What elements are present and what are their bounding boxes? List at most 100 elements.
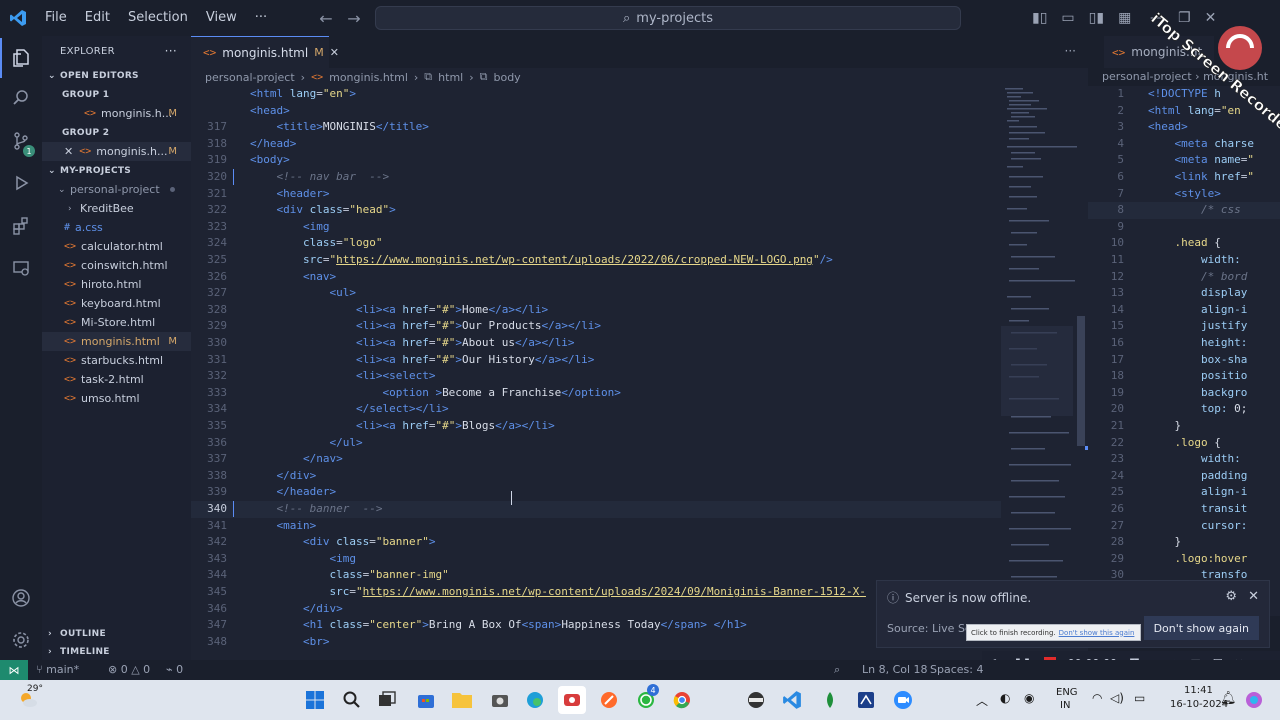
breadcrumb-item[interactable]: html	[438, 71, 463, 84]
tray-app-icon[interactable]: ◐	[1000, 691, 1010, 705]
folder-kreditbee[interactable]: › KreditBee	[42, 199, 191, 218]
menu-selection[interactable]: Selection	[119, 0, 197, 36]
file-monginis[interactable]: <> monginis.html M	[42, 332, 191, 351]
file-calculator[interactable]: <> calculator.html	[42, 237, 191, 256]
project-section[interactable]: ⌄ MY-PROJECTS	[42, 161, 191, 180]
store-icon[interactable]	[412, 686, 440, 714]
menu-view[interactable]: View	[197, 0, 246, 36]
cursor-position[interactable]: Ln 8, Col 18	[862, 660, 928, 680]
notification-close-icon[interactable]: ✕	[1248, 589, 1259, 604]
folder-personal-project[interactable]: ⌄ personal-project	[42, 180, 191, 199]
file-keyboard[interactable]: <> keyboard.html	[42, 294, 191, 313]
breadcrumb-item[interactable]: monginis.ht	[1203, 70, 1268, 83]
camera-app-icon[interactable]	[486, 686, 514, 714]
copilot-icon[interactable]	[1240, 686, 1268, 714]
file-starbucks[interactable]: <> starbucks.html	[42, 351, 191, 370]
tab-monginis[interactable]: <> monginis.html M ✕	[191, 36, 339, 68]
ports-status[interactable]: ⌁ 0	[166, 660, 183, 680]
settings-gear-icon[interactable]	[0, 620, 42, 660]
screen-recorder-app-icon[interactable]	[558, 686, 586, 714]
edge-icon[interactable]	[521, 686, 549, 714]
breadcrumb-item[interactable]: personal-project	[205, 71, 295, 84]
whatsapp-icon[interactable]: 4	[632, 684, 660, 714]
tab-monginis-split[interactable]: <> monginis.ht	[1104, 36, 1215, 68]
problems-status[interactable]: ⊗ 0 △ 0	[108, 660, 150, 680]
menu-more[interactable]: ···	[246, 0, 276, 36]
status-bar: ⋈ ⑂ main* ⊗ 0 △ 0 ⌁ 0 ⌕ Ln 8, Col 18 Spa…	[0, 660, 1280, 680]
file-explorer-icon[interactable]	[448, 686, 476, 714]
firefox-pen-icon[interactable]	[595, 686, 623, 714]
remote-indicator-icon[interactable]: ⋈	[0, 660, 28, 680]
task-view-icon[interactable]	[373, 686, 401, 714]
source-control-icon[interactable]: 1	[0, 121, 42, 161]
extensions-icon[interactable]	[0, 206, 42, 246]
mongodb-icon[interactable]	[816, 686, 844, 714]
toggle-secondary-sidebar-icon[interactable]: ▯▮	[1089, 10, 1104, 26]
close-editor-icon[interactable]: ✕	[64, 145, 73, 158]
tooltip-link[interactable]: Don't show this again	[1059, 629, 1135, 637]
open-editors-section[interactable]: ⌄ OPEN EDITORS	[42, 66, 191, 85]
minimap[interactable]	[1001, 86, 1088, 660]
text-cursor-icon	[511, 491, 512, 505]
timeline-section[interactable]: › TIMELINE	[42, 642, 110, 661]
command-center-search[interactable]: ⌕ my-projects	[375, 6, 961, 30]
breadcrumb-item[interactable]: monginis.html	[329, 71, 408, 84]
vscode-taskbar-icon[interactable]	[778, 686, 806, 714]
group1-header[interactable]: GROUP 1	[42, 85, 191, 104]
code-area[interactable]: <html lang="en"> <head> 317 <title>MONGI…	[191, 86, 1001, 660]
more-actions-icon[interactable]: ···	[165, 44, 177, 58]
file-mi-store[interactable]: <> Mi-Store.html	[42, 313, 191, 332]
start-windows-icon[interactable]	[301, 686, 329, 714]
app-disc-icon[interactable]	[742, 686, 770, 714]
menu-file[interactable]: File	[36, 0, 76, 36]
split-code-area[interactable]: 1 <!DOCTYPE h 2 <html lang="en 3 <head> 4 <…	[1088, 86, 1280, 616]
restore-icon[interactable]: ❐	[1178, 10, 1191, 26]
outline-section[interactable]: › OUTLINE	[42, 624, 106, 643]
group2-header[interactable]: GROUP 2	[42, 123, 191, 142]
remote-explorer-icon[interactable]	[0, 248, 42, 288]
breadcrumb-item[interactable]: personal-project	[1102, 70, 1192, 83]
app-blue-icon[interactable]	[852, 686, 880, 714]
tray-recorder-icon[interactable]: ◉	[1024, 691, 1034, 705]
indentation-status[interactable]: Spaces: 4	[930, 660, 983, 680]
battery-icon[interactable]: ▭	[1134, 691, 1145, 705]
file-umso[interactable]: <> umso.html	[42, 389, 191, 408]
more-actions-icon[interactable]: ···	[1065, 44, 1076, 58]
notification-settings-gear-icon[interactable]: ⚙	[1225, 589, 1237, 604]
volume-icon[interactable]: ◁)	[1110, 691, 1124, 705]
file-task-2[interactable]: <> task-2.html	[42, 370, 191, 389]
clock-time[interactable]: 11:41	[1184, 685, 1213, 696]
explorer-icon[interactable]	[0, 38, 42, 78]
file-hiroto[interactable]: <> hiroto.html	[42, 275, 191, 294]
toggle-sidebar-icon[interactable]: ▮▯	[1032, 10, 1047, 26]
menu-edit[interactable]: Edit	[76, 0, 119, 36]
forward-arrow-icon[interactable]: →	[340, 9, 368, 28]
taskbar-search-icon[interactable]	[338, 686, 366, 714]
breadcrumb-item[interactable]: body	[493, 71, 520, 84]
account-icon[interactable]	[0, 578, 42, 618]
close-tab-icon[interactable]: ✕	[330, 46, 339, 59]
wifi-icon[interactable]: ◠	[1092, 691, 1102, 705]
open-editor-item-group1[interactable]: <> monginis.h... M	[42, 104, 191, 123]
code-line: 321 <header>	[207, 186, 330, 200]
customize-layout-icon[interactable]: ▦	[1118, 10, 1131, 26]
file-coinswitch[interactable]: <> coinswitch.html	[42, 256, 191, 275]
notification-bell-icon[interactable]: 🔔︎	[1220, 691, 1237, 706]
toggle-panel-icon[interactable]: ▭	[1061, 10, 1074, 26]
run-debug-icon[interactable]	[0, 163, 42, 203]
open-editor-item-group2[interactable]: ✕ <> monginis.h... M	[42, 142, 191, 161]
code-line: 318 </head>	[207, 136, 297, 150]
back-arrow-icon[interactable]: ←	[312, 9, 340, 28]
tray-chevron-icon[interactable]: ︿	[976, 692, 988, 709]
chrome-icon[interactable]	[668, 686, 696, 714]
dont-show-again-button[interactable]: Don't show again	[1143, 616, 1259, 640]
branch-status[interactable]: ⑂ main*	[36, 660, 79, 680]
language-secondary[interactable]: IN	[1060, 700, 1070, 711]
close-window-icon[interactable]: ✕	[1205, 10, 1217, 26]
file-a-css[interactable]: # a.css	[42, 218, 191, 237]
zoom-app-icon[interactable]	[889, 686, 917, 714]
language-primary[interactable]: ENG	[1056, 687, 1078, 698]
minimize-icon[interactable]: —	[1150, 10, 1164, 26]
search-view-icon[interactable]	[0, 78, 42, 118]
zoom-status-icon[interactable]: ⌕	[834, 660, 840, 680]
